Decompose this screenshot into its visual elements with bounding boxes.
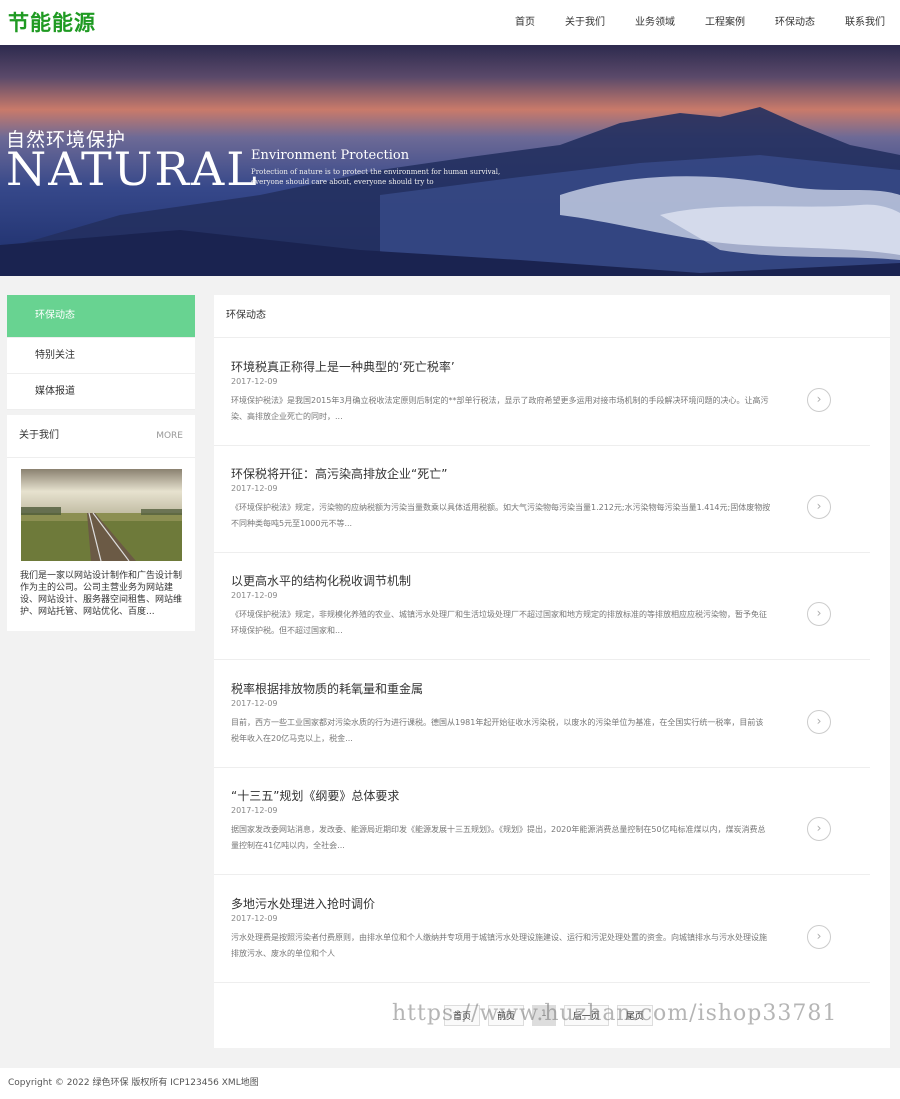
banner-env-title: Environment Protection <box>251 148 410 163</box>
article-item[interactable]: “十三五”规划《纲要》总体要求 2017-12-09 据国家发改委网站消息，发改… <box>214 767 870 875</box>
article-item[interactable]: 以更高水平的结构化税收调节机制 2017-12-09 《环境保护税法》规定，非规… <box>214 552 870 660</box>
about-panel: 关于我们 MORE 我们是一家以网站设计制作和广告设计制作为主的公司。公司主营业… <box>7 415 195 631</box>
article-date: 2017-12-09 <box>231 591 278 600</box>
article-title[interactable]: 环保税将开征：高污染高排放企业“死亡” <box>231 465 447 482</box>
about-header: 关于我们 MORE <box>7 415 195 458</box>
sidebar-item-news[interactable]: 环保动态 <box>7 295 195 338</box>
about-description: 我们是一家以网站设计制作和广告设计制作为主的公司。公司主营业务为网站建设、网站设… <box>20 571 183 617</box>
article-summary: 目前，西方一些工业国家都对污染水质的行为进行课税。德国从1981年起开始征收水污… <box>231 718 764 743</box>
header: 节能能源 首页 关于我们 业务领域 工程案例 环保动态 联系我们 <box>0 0 900 45</box>
article-summary: 据国家发改委网站消息，发改委、能源局近期印发《能源发展十三五规划》。《规划》提出… <box>231 825 766 850</box>
chevron-right-icon[interactable]: › <box>807 495 831 519</box>
railway-image[interactable] <box>21 469 182 561</box>
chevron-right-icon[interactable]: › <box>807 925 831 949</box>
article-item[interactable]: 环境税真正称得上是一种典型的‘死亡税率’ 2017-12-09 环境保护税法》是… <box>214 338 870 446</box>
more-link[interactable]: MORE <box>156 415 183 457</box>
nav-item-cases[interactable]: 工程案例 <box>690 0 760 45</box>
article-summary: 环境保护税法》是我国2015年3月确立税收法定原则后制定的**部单行税法，显示了… <box>231 396 769 421</box>
sidebar-item-media[interactable]: 媒体报道 <box>7 374 195 410</box>
article-summary: 《环境保护税法》规定，污染物的应纳税额为污染当量数乘以具体适用税额。如大气污染物… <box>231 503 771 528</box>
section-title: 环保动态 <box>214 295 890 338</box>
chevron-right-icon[interactable]: › <box>807 388 831 412</box>
chevron-right-icon[interactable]: › <box>807 817 831 841</box>
article-date: 2017-12-09 <box>231 914 278 923</box>
article-date: 2017-12-09 <box>231 484 278 493</box>
nav-item-business[interactable]: 业务领域 <box>620 0 690 45</box>
article-summary: 污水处理费是按照污染者付费原则，由排水单位和个人缴纳并专项用于城镇污水处理设施建… <box>231 933 767 958</box>
hero-banner: 自然环境保护 NATURAL Environment Protection Pr… <box>0 45 900 276</box>
article-date: 2017-12-09 <box>231 699 278 708</box>
nav-item-home[interactable]: 首页 <box>500 0 550 45</box>
article-title[interactable]: “十三五”规划《纲要》总体要求 <box>231 787 399 804</box>
article-item[interactable]: 环保税将开征：高污染高排放企业“死亡” 2017-12-09 《环境保护税法》规… <box>214 445 870 553</box>
nav-item-contact[interactable]: 联系我们 <box>830 0 900 45</box>
article-title[interactable]: 以更高水平的结构化税收调节机制 <box>231 572 411 589</box>
chevron-right-icon[interactable]: › <box>807 710 831 734</box>
article-title[interactable]: 环境税真正称得上是一种典型的‘死亡税率’ <box>231 358 455 375</box>
site-logo[interactable]: 节能能源 <box>8 7 96 37</box>
banner-big-title: NATURAL <box>6 142 259 196</box>
banner-small-text: Protection of nature is to protect the e… <box>251 168 501 186</box>
about-title: 关于我们 <box>19 430 59 441</box>
main-nav: 首页 关于我们 业务领域 工程案例 环保动态 联系我们 <box>500 0 900 45</box>
main-content: 环保动态 环境税真正称得上是一种典型的‘死亡税率’ 2017-12-09 环境保… <box>214 295 890 1048</box>
article-date: 2017-12-09 <box>231 377 278 386</box>
article-title[interactable]: 多地污水处理进入抢时调价 <box>231 895 375 912</box>
chevron-right-icon[interactable]: › <box>807 602 831 626</box>
sidebar-item-focus[interactable]: 特别关注 <box>7 338 195 374</box>
nav-item-news[interactable]: 环保动态 <box>760 0 830 45</box>
article-title[interactable]: 税率根据排放物质的耗氧量和重金属 <box>231 680 423 697</box>
article-summary: 《环境保护税法》规定，非规模化养殖的农业、城镇污水处理厂和生活垃圾处理厂不超过国… <box>231 610 767 635</box>
article-item[interactable]: 多地污水处理进入抢时调价 2017-12-09 污水处理费是按照污染者付费原则，… <box>214 875 870 983</box>
nav-item-about[interactable]: 关于我们 <box>550 0 620 45</box>
article-item[interactable]: 税率根据排放物质的耗氧量和重金属 2017-12-09 目前，西方一些工业国家都… <box>214 660 870 768</box>
sidebar-menu: 环保动态 特别关注 媒体报道 <box>7 295 195 410</box>
watermark-text: https://www.huzhan.com/ishop33781 <box>392 1001 838 1026</box>
footer: Copyright © 2022 绿色环保 版权所有 ICP123456 XML… <box>0 1068 900 1099</box>
article-date: 2017-12-09 <box>231 806 278 815</box>
